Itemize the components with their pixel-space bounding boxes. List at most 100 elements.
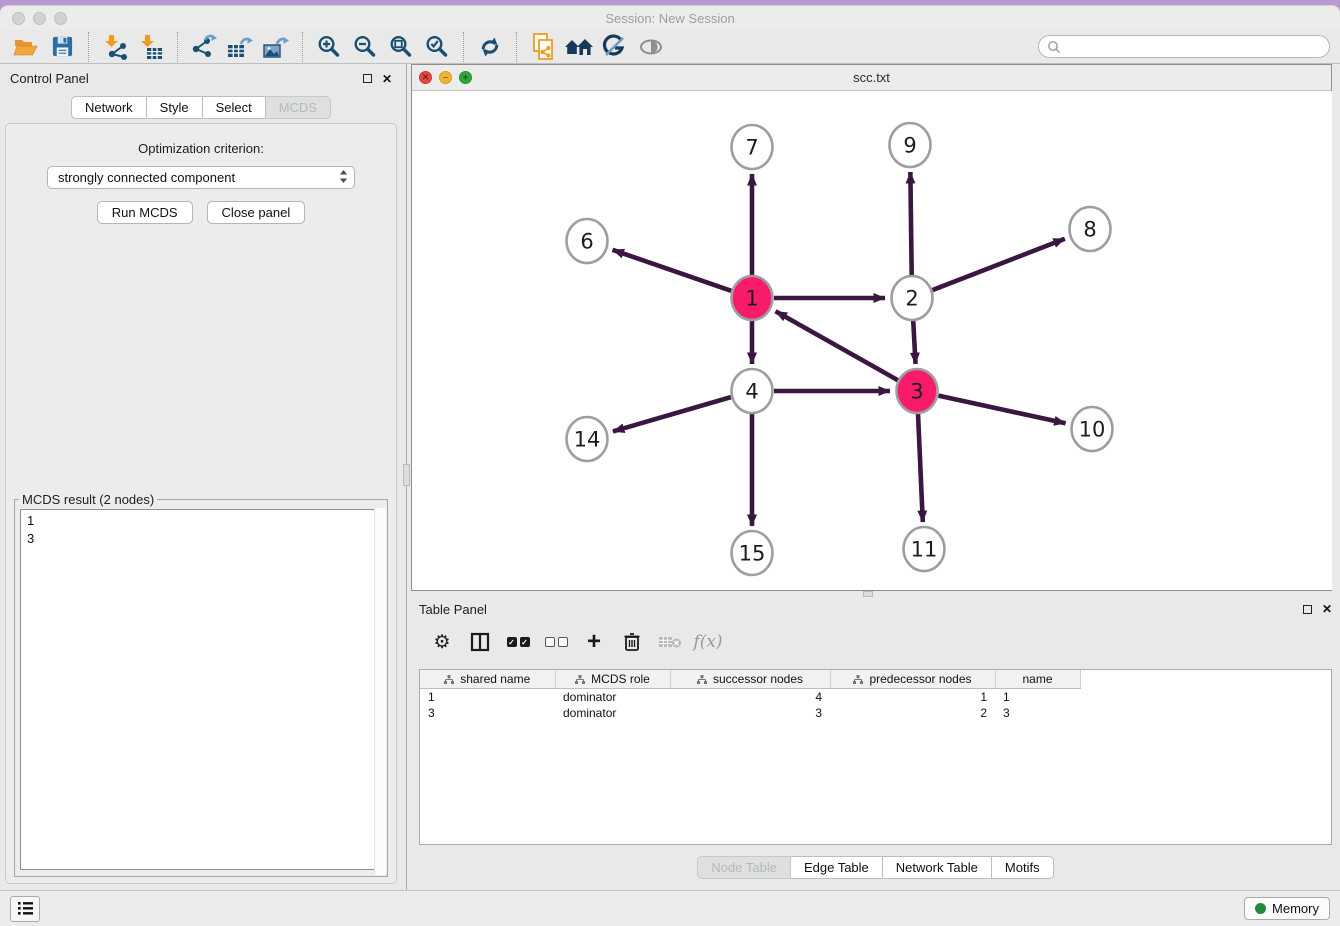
graph-edge-3-1[interactable]: [776, 311, 898, 380]
graph-node-9[interactable]: 9: [890, 123, 931, 167]
deselect-all-button[interactable]: [543, 629, 569, 655]
column-header-predecessor-nodes[interactable]: predecessor nodes: [830, 670, 995, 689]
graph-edge-3-10[interactable]: [938, 396, 1065, 424]
column-header-shared-name[interactable]: shared name: [420, 670, 555, 689]
graph-edge-4-14[interactable]: [613, 397, 731, 431]
close-panel-button[interactable]: Close panel: [207, 201, 306, 224]
network-window-titlebar[interactable]: ✕ – + scc.txt: [412, 65, 1331, 91]
tab-motifs[interactable]: Motifs: [992, 856, 1054, 879]
list-icon: [17, 901, 34, 916]
column-header-name[interactable]: name: [995, 670, 1080, 689]
delete-column-button[interactable]: [619, 629, 645, 655]
duplicate-network-icon[interactable]: [527, 32, 559, 62]
graph-node-14[interactable]: 14: [567, 417, 608, 461]
search-icon: [1047, 40, 1061, 54]
toggle-glyph-icon[interactable]: [599, 32, 631, 62]
graph-node-7[interactable]: 7: [732, 125, 773, 169]
graph-node-10[interactable]: 10: [1072, 407, 1113, 451]
network-canvas[interactable]: 7 9 6 8 1 2 4 3 14 10 15 11: [412, 91, 1332, 590]
close-panel-icon[interactable]: ✕: [382, 73, 392, 85]
tab-edge-table[interactable]: Edge Table: [791, 856, 883, 879]
table-row[interactable]: 3dominator323: [420, 705, 1080, 721]
export-network-icon[interactable]: [188, 32, 220, 62]
search-input[interactable]: [1066, 38, 1321, 55]
graph-node-2[interactable]: 2: [892, 276, 933, 320]
splitter-handle[interactable]: [863, 591, 873, 597]
float-panel-icon[interactable]: [363, 74, 372, 83]
table-float-icon[interactable]: [1303, 605, 1312, 614]
mcds-result-text[interactable]: 1 3: [20, 509, 382, 870]
delete-table-button: [657, 629, 683, 655]
table-close-icon[interactable]: ✕: [1322, 603, 1332, 615]
home-icon[interactable]: [563, 32, 595, 62]
tab-style[interactable]: Style: [147, 96, 203, 119]
control-panel-tabs: NetworkStyleSelectMCDS: [71, 96, 331, 119]
control-panel: Control Panel ✕ NetworkStyleSelectMCDS O…: [0, 64, 402, 890]
show-hide-columns-button[interactable]: [467, 629, 493, 655]
graph-node-8[interactable]: 8: [1070, 207, 1111, 251]
zoom-in-icon[interactable]: [313, 32, 345, 62]
toolbar-separator: [177, 32, 178, 62]
tab-select[interactable]: Select: [203, 96, 266, 119]
title-bar[interactable]: Session: New Session: [0, 6, 1340, 30]
optimization-select[interactable]: strongly connected component: [47, 166, 355, 189]
search-box[interactable]: [1038, 35, 1330, 58]
tab-network[interactable]: Network: [71, 96, 147, 119]
node-table[interactable]: shared nameMCDS rolesuccessor nodesprede…: [419, 669, 1332, 845]
graph-edge-2-3[interactable]: [913, 320, 915, 364]
divider-handle[interactable]: [403, 464, 410, 486]
select-all-button[interactable]: ✓✓: [505, 629, 531, 655]
zoom-out-icon[interactable]: [349, 32, 381, 62]
table-toolbar: ⚙ ✓✓: [419, 621, 1332, 663]
memory-button[interactable]: Memory: [1244, 897, 1330, 920]
svg-text:6: 6: [580, 230, 593, 254]
save-session-icon[interactable]: [46, 32, 78, 62]
svg-text:1: 1: [745, 287, 758, 311]
add-column-button[interactable]: +: [581, 629, 607, 655]
zoom-selected-icon[interactable]: [421, 32, 453, 62]
plus-icon: +: [587, 632, 601, 652]
table-row[interactable]: 1dominator411: [420, 689, 1080, 706]
graph-node-1[interactable]: 1: [732, 276, 773, 320]
tab-node-table[interactable]: Node Table: [697, 856, 791, 879]
mcds-result-title: MCDS result (2 nodes): [19, 492, 157, 507]
svg-text:2: 2: [905, 287, 918, 311]
trash-icon: [623, 632, 641, 652]
panel-divider[interactable]: [402, 64, 411, 890]
graph-node-4[interactable]: 4: [732, 369, 773, 413]
svg-text:9: 9: [903, 134, 916, 158]
svg-text:7: 7: [745, 136, 758, 160]
export-table-icon[interactable]: [224, 32, 256, 62]
tab-mcds[interactable]: MCDS: [266, 96, 331, 119]
export-image-icon[interactable]: [260, 32, 292, 62]
run-mcds-button[interactable]: Run MCDS: [97, 201, 193, 224]
import-network-icon[interactable]: [99, 32, 131, 62]
table-options-button[interactable]: ⚙: [429, 629, 455, 655]
tab-network-table[interactable]: Network Table: [883, 856, 992, 879]
zoom-fit-icon[interactable]: [385, 32, 417, 62]
table-tabs: Node TableEdge TableNetwork TableMotifs: [697, 856, 1053, 879]
graph-edge-3-11[interactable]: [918, 413, 923, 522]
table-header[interactable]: shared nameMCDS rolesuccessor nodesprede…: [420, 670, 1080, 689]
optimization-value: strongly connected component: [58, 170, 235, 185]
graph-edge-1-6[interactable]: [613, 250, 732, 291]
column-header-successor-nodes[interactable]: successor nodes: [670, 670, 830, 689]
task-history-button[interactable]: [10, 896, 40, 922]
open-file-icon[interactable]: [10, 32, 42, 62]
unchecked-boxes-icon: [545, 637, 568, 647]
graph-node-11[interactable]: 11: [904, 527, 945, 571]
eye-icon[interactable]: [635, 32, 667, 62]
column-header-mcds-role[interactable]: MCDS role: [555, 670, 670, 689]
import-table-icon[interactable]: [135, 32, 167, 62]
table-body[interactable]: 1dominator4113dominator323: [420, 689, 1080, 722]
mcds-result-scrollbar[interactable]: [374, 508, 386, 875]
refresh-view-icon[interactable]: [474, 32, 506, 62]
graph-node-3[interactable]: 3: [897, 369, 938, 413]
graph-node-15[interactable]: 15: [732, 531, 773, 575]
graph-edge-2-9[interactable]: [910, 172, 911, 276]
svg-text:8: 8: [1083, 218, 1096, 242]
graph-node-6[interactable]: 6: [567, 219, 608, 263]
horizontal-splitter[interactable]: [411, 591, 1332, 597]
graph-edge-2-8[interactable]: [933, 239, 1065, 290]
columns-icon: [470, 632, 490, 652]
